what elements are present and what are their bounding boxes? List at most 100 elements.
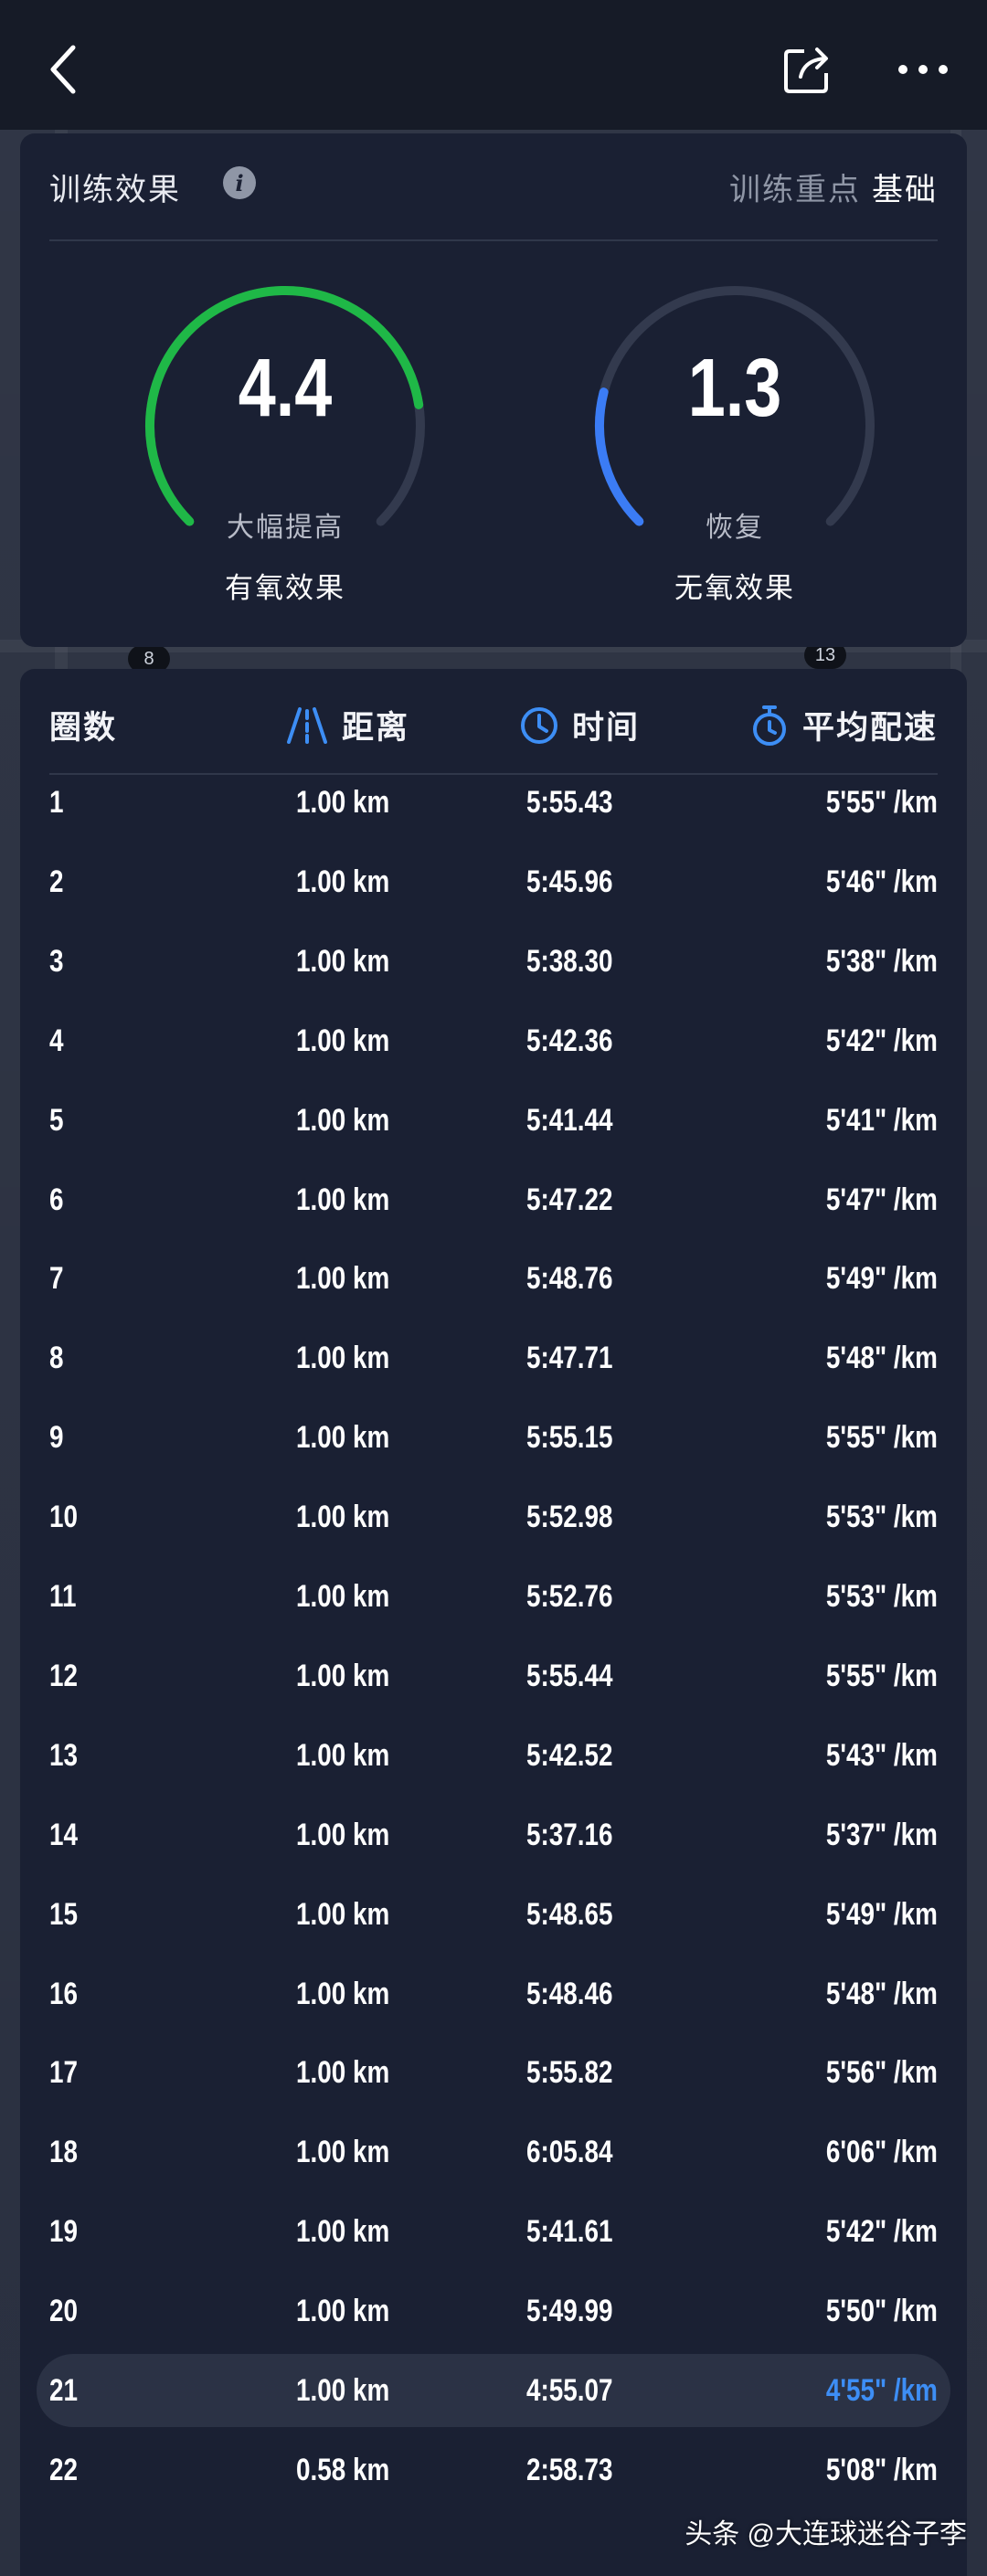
lap-time: 5:47.22: [526, 1182, 613, 1217]
lap-time: 5:41.44: [526, 1102, 613, 1138]
lap-distance: 1.00 km: [296, 1023, 390, 1058]
lap-row[interactable]: 22 0.58 km 2:58.73 5'08" /km: [37, 2433, 950, 2507]
lap-time: 6:05.84: [526, 2135, 613, 2170]
lap-time: 5:48.46: [526, 1976, 613, 2011]
lap-distance: 1.00 km: [296, 2055, 390, 2091]
lap-row[interactable]: 5 1.00 km 5:41.44 5'41" /km: [37, 1084, 950, 1157]
lap-time: 5:52.76: [526, 1579, 613, 1614]
lap-pace: 5'42" /km: [825, 1023, 938, 1058]
lap-row[interactable]: 7 1.00 km 5:48.76 5'49" /km: [37, 1242, 950, 1315]
aerobic-level: 大幅提高: [227, 513, 344, 543]
lap-time: 5:41.61: [526, 2214, 613, 2250]
col-header-distance-label: 距离: [342, 710, 410, 746]
lap-number: 18: [49, 2135, 79, 2170]
lap-time: 5:48.76: [526, 1261, 613, 1297]
lap-row[interactable]: 20 1.00 km 5:49.99 5'50" /km: [37, 2274, 950, 2348]
lap-row[interactable]: 15 1.00 km 5:48.65 5'49" /km: [37, 1878, 950, 1951]
col-header-lap-label: 圈数: [49, 710, 118, 746]
laps-table-header: 圈数 距离 时间 平均配速: [49, 669, 938, 775]
lap-pace: 5'55" /km: [825, 1420, 938, 1456]
lap-distance: 1.00 km: [296, 1658, 390, 1693]
lap-row[interactable]: 10 1.00 km 5:52.98 5'53" /km: [37, 1480, 950, 1553]
lap-number: 11: [49, 1579, 77, 1614]
col-header-time: 时间: [519, 702, 640, 748]
lap-pace: 5'47" /km: [825, 1182, 938, 1217]
lap-time: 5:55.44: [526, 1658, 613, 1693]
lap-row[interactable]: 1 1.00 km 5:55.43 5'55" /km: [37, 766, 950, 839]
training-effect-card: 训练效果 i 训练重点 基础 4.4 大幅提高 有氧效果 1.3 恢复 无氧效果: [20, 133, 967, 647]
lap-row[interactable]: 9 1.00 km 5:55.15 5'55" /km: [37, 1401, 950, 1474]
lap-row[interactable]: 11 1.00 km 5:52.76 5'53" /km: [37, 1560, 950, 1633]
lap-time: 5:42.36: [526, 1023, 613, 1058]
lap-number: 12: [49, 1658, 79, 1693]
lap-number: 20: [49, 2294, 79, 2329]
lap-pace: 5'48" /km: [825, 1341, 938, 1376]
laps-card: 圈数 距离 时间 平均配速 1 1.00 km 5:55.43 5'55" /k…: [20, 669, 967, 2576]
training-focus: 训练重点 基础: [729, 164, 938, 209]
lap-row[interactable]: 13 1.00 km 5:42.52 5'43" /km: [37, 1719, 950, 1792]
lap-time: 5:55.15: [526, 1420, 613, 1456]
lap-distance: 1.00 km: [296, 1182, 390, 1217]
lap-distance: 1.00 km: [296, 864, 390, 899]
lap-time: 5:48.65: [526, 1896, 613, 1932]
lap-row[interactable]: 19 1.00 km 5:41.61 5'42" /km: [37, 2195, 950, 2268]
lap-row[interactable]: 18 1.00 km 6:05.84 6'06" /km: [37, 2115, 950, 2189]
more-dots-icon: [898, 65, 948, 74]
lap-number: 3: [49, 943, 64, 979]
col-header-time-label: 时间: [572, 710, 641, 746]
lap-row[interactable]: 3 1.00 km 5:38.30 5'38" /km: [37, 925, 950, 998]
lap-distance: 1.00 km: [296, 1420, 390, 1456]
lap-pace: 5'37" /km: [825, 1817, 938, 1852]
lap-row[interactable]: 2 1.00 km 5:45.96 5'46" /km: [37, 845, 950, 918]
lap-row[interactable]: 8 1.00 km 5:47.71 5'48" /km: [37, 1321, 950, 1394]
lap-number: 17: [49, 2055, 79, 2091]
lap-pace: 5'48" /km: [825, 1976, 938, 2011]
share-button[interactable]: [771, 33, 844, 106]
info-icon[interactable]: i: [223, 166, 256, 199]
anaerobic-value: 1.3: [687, 343, 782, 434]
lap-distance: 1.00 km: [296, 785, 390, 820]
training-effect-title: 训练效果: [49, 173, 181, 207]
lap-pace: 5'38" /km: [825, 943, 938, 979]
lap-row[interactable]: 21 1.00 km 4:55.07 4'55" /km: [37, 2354, 950, 2427]
lap-number: 1: [49, 785, 64, 820]
more-button[interactable]: [886, 33, 960, 106]
lap-pace: 5'56" /km: [825, 2055, 938, 2091]
back-button[interactable]: [27, 33, 101, 106]
lap-row[interactable]: 16 1.00 km 5:48.46 5'48" /km: [37, 1957, 950, 2030]
lap-pace: 5'42" /km: [825, 2214, 938, 2250]
lap-row[interactable]: 14 1.00 km 5:37.16 5'37" /km: [37, 1798, 950, 1871]
lap-number: 15: [49, 1896, 79, 1932]
lap-pace: 5'50" /km: [825, 2294, 938, 2329]
road-icon: [287, 706, 327, 744]
lap-distance: 1.00 km: [296, 1579, 390, 1614]
aerobic-gauge: 4.4 大幅提高 有氧效果: [139, 280, 431, 645]
col-header-pace-label: 平均配速: [801, 710, 938, 746]
lap-distance: 1.00 km: [296, 1817, 390, 1852]
share-icon: [784, 48, 828, 93]
lap-number: 22: [49, 2452, 79, 2487]
lap-row[interactable]: 17 1.00 km 5:55.82 5'56" /km: [37, 2036, 950, 2109]
lap-number: 21: [49, 2373, 79, 2408]
anaerobic-gauge: 1.3 恢复 无氧效果: [589, 280, 881, 645]
lap-distance: 1.00 km: [296, 943, 390, 979]
lap-pace: 5'08" /km: [825, 2452, 938, 2487]
lap-pace: 5'55" /km: [825, 1658, 938, 1693]
lap-pace: 5'49" /km: [825, 1896, 938, 1932]
lap-distance: 1.00 km: [296, 2214, 390, 2250]
lap-number: 16: [49, 1976, 79, 2011]
lap-pace: 4'55" /km: [825, 2373, 938, 2408]
lap-time: 5:47.71: [526, 1341, 613, 1376]
lap-row[interactable]: 12 1.00 km 5:55.44 5'55" /km: [37, 1639, 950, 1712]
lap-number: 19: [49, 2214, 79, 2250]
lap-row[interactable]: 4 1.00 km 5:42.36 5'42" /km: [37, 1004, 950, 1077]
training-effect-header: 训练效果 i 训练重点 基础: [49, 133, 938, 241]
lap-number: 8: [49, 1341, 64, 1376]
lap-distance: 1.00 km: [296, 2294, 390, 2329]
stopwatch-icon: [752, 705, 786, 746]
lap-pace: 6'06" /km: [825, 2135, 938, 2170]
lap-number: 10: [49, 1500, 79, 1535]
lap-row[interactable]: 6 1.00 km 5:47.22 5'47" /km: [37, 1163, 950, 1236]
lap-distance: 0.58 km: [296, 2452, 390, 2487]
lap-time: 5:49.99: [526, 2294, 613, 2329]
